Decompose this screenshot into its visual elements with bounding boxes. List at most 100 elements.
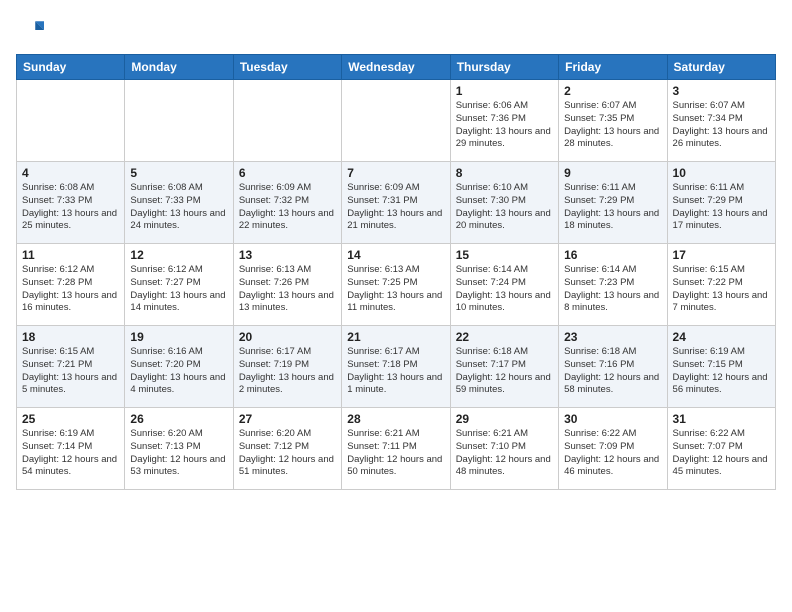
week-row-2: 4 Sunrise: 6:08 AM Sunset: 7:33 PM Daylig… [17, 162, 776, 244]
day-info: Sunrise: 6:18 AM Sunset: 7:17 PM Dayligh… [456, 346, 553, 397]
calendar-cell [125, 80, 233, 162]
calendar-cell: 5Sunrise: 6:08 AM Sunset: 7:33 PM Daylig… [125, 162, 233, 244]
day-info: Sunrise: 6:12 AM Sunset: 7:28 PM Dayligh… [22, 264, 119, 315]
day-number: 25 [22, 412, 119, 426]
day-info: Sunrise: 6:15 AM Sunset: 7:22 PM Dayligh… [673, 264, 770, 315]
week-row-5: 25 Sunrise: 6:19 AM Sunset: 7:14 PM Dayli… [17, 408, 776, 490]
day-number: 22 [456, 330, 553, 344]
day-info: Sunrise: 6:07 AM Sunset: 7:34 PM Dayligh… [673, 100, 770, 151]
calendar-cell: 28 Sunrise: 6:21 AM Sunset: 7:11 PM Dayli… [342, 408, 450, 490]
day-number: 9 [564, 166, 661, 180]
day-number: 19 [130, 330, 227, 344]
week-row-3: 11 Sunrise: 6:12 AM Sunset: 7:28 PM Dayli… [17, 244, 776, 326]
day-info: Sunrise: 6:13 AM Sunset: 7:26 PM Dayligh… [239, 264, 336, 315]
calendar-cell: 12 Sunrise: 6:12 AM Sunset: 7:27 PM Dayli… [125, 244, 233, 326]
day-info: Sunrise: 6:11 AM Sunset: 7:29 PM Dayligh… [673, 182, 770, 233]
logo-icon [16, 16, 44, 44]
day-info: Sunrise: 6:20 AM Sunset: 7:12 PM Dayligh… [239, 428, 336, 479]
week-row-4: 18 Sunrise: 6:15 AM Sunset: 7:21 PM Dayli… [17, 326, 776, 408]
day-info: Sunrise: 6:17 AM Sunset: 7:18 PM Dayligh… [347, 346, 444, 397]
logo [16, 16, 48, 44]
day-number: 20 [239, 330, 336, 344]
column-header-saturday: Saturday [667, 55, 775, 80]
calendar-cell: 29 Sunrise: 6:21 AM Sunset: 7:10 PM Dayli… [450, 408, 558, 490]
column-header-thursday: Thursday [450, 55, 558, 80]
calendar-cell: 8 Sunrise: 6:10 AM Sunset: 7:30 PM Daylig… [450, 162, 558, 244]
day-number: 17 [673, 248, 770, 262]
day-info: Sunrise: 6:17 AM Sunset: 7:19 PM Dayligh… [239, 346, 336, 397]
calendar-cell: 13 Sunrise: 6:13 AM Sunset: 7:26 PM Dayli… [233, 244, 341, 326]
calendar-cell: 18 Sunrise: 6:15 AM Sunset: 7:21 PM Dayli… [17, 326, 125, 408]
calendar-cell: 10 Sunrise: 6:11 AM Sunset: 7:29 PM Dayli… [667, 162, 775, 244]
calendar-cell: 19 Sunrise: 6:16 AM Sunset: 7:20 PM Dayli… [125, 326, 233, 408]
day-info: Sunrise: 6:07 AM Sunset: 7:35 PM Dayligh… [564, 100, 661, 151]
calendar-cell: 25 Sunrise: 6:19 AM Sunset: 7:14 PM Dayli… [17, 408, 125, 490]
column-header-sunday: Sunday [17, 55, 125, 80]
calendar-cell: 1Sunrise: 6:06 AM Sunset: 7:36 PM Daylig… [450, 80, 558, 162]
day-info: Sunrise: 6:12 AM Sunset: 7:27 PM Dayligh… [130, 264, 227, 315]
column-header-friday: Friday [559, 55, 667, 80]
calendar-cell: 23Sunrise: 6:18 AM Sunset: 7:16 PM Dayli… [559, 326, 667, 408]
day-number: 12 [130, 248, 227, 262]
day-info: Sunrise: 6:15 AM Sunset: 7:21 PM Dayligh… [22, 346, 119, 397]
day-info: Sunrise: 6:20 AM Sunset: 7:13 PM Dayligh… [130, 428, 227, 479]
day-number: 15 [456, 248, 553, 262]
day-info: Sunrise: 6:13 AM Sunset: 7:25 PM Dayligh… [347, 264, 444, 315]
day-number: 21 [347, 330, 444, 344]
calendar-cell: 30 Sunrise: 6:22 AM Sunset: 7:09 PM Dayli… [559, 408, 667, 490]
day-info: Sunrise: 6:22 AM Sunset: 7:09 PM Dayligh… [564, 428, 661, 479]
day-number: 2 [564, 84, 661, 98]
calendar-cell [17, 80, 125, 162]
day-info: Sunrise: 6:22 AM Sunset: 7:07 PM Dayligh… [673, 428, 770, 479]
day-info: Sunrise: 6:14 AM Sunset: 7:24 PM Dayligh… [456, 264, 553, 315]
calendar-cell: 3 Sunrise: 6:07 AM Sunset: 7:34 PM Daylig… [667, 80, 775, 162]
calendar-cell: 20 Sunrise: 6:17 AM Sunset: 7:19 PM Dayli… [233, 326, 341, 408]
calendar-cell: 2 Sunrise: 6:07 AM Sunset: 7:35 PM Daylig… [559, 80, 667, 162]
day-info: Sunrise: 6:14 AM Sunset: 7:23 PM Dayligh… [564, 264, 661, 315]
calendar-cell: 6Sunrise: 6:09 AM Sunset: 7:32 PM Daylig… [233, 162, 341, 244]
day-info: Sunrise: 6:09 AM Sunset: 7:31 PM Dayligh… [347, 182, 444, 233]
calendar-cell: 16Sunrise: 6:14 AM Sunset: 7:23 PM Dayli… [559, 244, 667, 326]
day-number: 7 [347, 166, 444, 180]
column-header-monday: Monday [125, 55, 233, 80]
day-info: Sunrise: 6:18 AM Sunset: 7:16 PM Dayligh… [564, 346, 661, 397]
day-number: 3 [673, 84, 770, 98]
day-info: Sunrise: 6:19 AM Sunset: 7:14 PM Dayligh… [22, 428, 119, 479]
column-header-wednesday: Wednesday [342, 55, 450, 80]
day-info: Sunrise: 6:21 AM Sunset: 7:11 PM Dayligh… [347, 428, 444, 479]
week-row-1: 1Sunrise: 6:06 AM Sunset: 7:36 PM Daylig… [17, 80, 776, 162]
day-number: 29 [456, 412, 553, 426]
calendar-cell: 4 Sunrise: 6:08 AM Sunset: 7:33 PM Daylig… [17, 162, 125, 244]
day-number: 6 [239, 166, 336, 180]
calendar-header-row: SundayMondayTuesdayWednesdayThursdayFrid… [17, 55, 776, 80]
day-info: Sunrise: 6:19 AM Sunset: 7:15 PM Dayligh… [673, 346, 770, 397]
calendar-cell: 15 Sunrise: 6:14 AM Sunset: 7:24 PM Dayli… [450, 244, 558, 326]
day-number: 11 [22, 248, 119, 262]
calendar-cell: 26Sunrise: 6:20 AM Sunset: 7:13 PM Dayli… [125, 408, 233, 490]
day-number: 27 [239, 412, 336, 426]
calendar-cell: 24Sunrise: 6:19 AM Sunset: 7:15 PM Dayli… [667, 326, 775, 408]
day-number: 8 [456, 166, 553, 180]
day-info: Sunrise: 6:06 AM Sunset: 7:36 PM Dayligh… [456, 100, 553, 151]
day-number: 31 [673, 412, 770, 426]
day-number: 14 [347, 248, 444, 262]
calendar-cell [342, 80, 450, 162]
day-number: 10 [673, 166, 770, 180]
page-header [16, 16, 776, 44]
day-info: Sunrise: 6:08 AM Sunset: 7:33 PM Dayligh… [130, 182, 227, 233]
calendar-cell: 17 Sunrise: 6:15 AM Sunset: 7:22 PM Dayli… [667, 244, 775, 326]
day-number: 4 [22, 166, 119, 180]
calendar-cell: 22 Sunrise: 6:18 AM Sunset: 7:17 PM Dayli… [450, 326, 558, 408]
day-number: 30 [564, 412, 661, 426]
calendar-cell: 27 Sunrise: 6:20 AM Sunset: 7:12 PM Dayli… [233, 408, 341, 490]
calendar-cell: 11 Sunrise: 6:12 AM Sunset: 7:28 PM Dayli… [17, 244, 125, 326]
day-number: 28 [347, 412, 444, 426]
calendar-table: SundayMondayTuesdayWednesdayThursdayFrid… [16, 54, 776, 490]
day-info: Sunrise: 6:08 AM Sunset: 7:33 PM Dayligh… [22, 182, 119, 233]
day-info: Sunrise: 6:21 AM Sunset: 7:10 PM Dayligh… [456, 428, 553, 479]
day-number: 13 [239, 248, 336, 262]
day-info: Sunrise: 6:11 AM Sunset: 7:29 PM Dayligh… [564, 182, 661, 233]
day-info: Sunrise: 6:16 AM Sunset: 7:20 PM Dayligh… [130, 346, 227, 397]
day-info: Sunrise: 6:10 AM Sunset: 7:30 PM Dayligh… [456, 182, 553, 233]
day-number: 18 [22, 330, 119, 344]
